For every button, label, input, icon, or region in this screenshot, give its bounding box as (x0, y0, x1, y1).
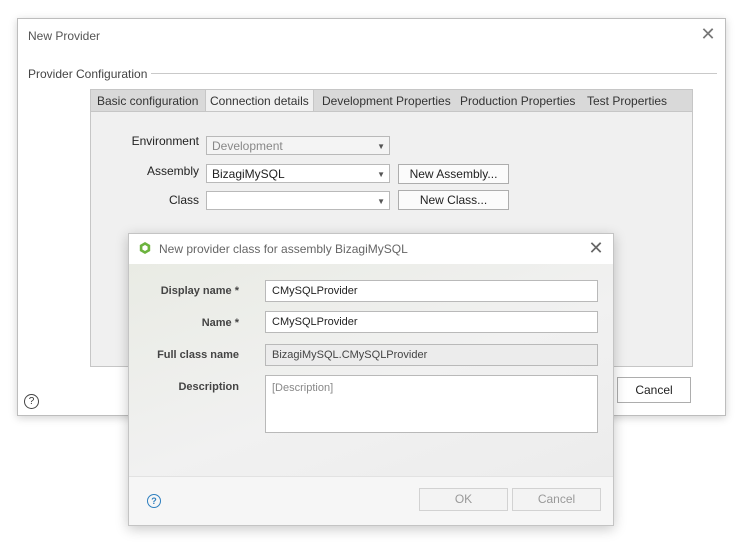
dialog-title: New provider class for assembly BizagiMy… (159, 242, 408, 256)
cancel-button[interactable]: Cancel (617, 377, 691, 403)
class-label: Class (168, 193, 199, 207)
assembly-select[interactable]: BizagiMySQL ▼ (206, 164, 390, 183)
tab-strip: Basic configuration Connection details D… (90, 89, 693, 113)
group-label: Provider Configuration (28, 67, 152, 81)
tab-development-properties[interactable]: Development Properties (318, 90, 455, 112)
full-class-name-field: BizagiMySQL.CMySQLProvider (265, 344, 598, 366)
tab-basic-configuration[interactable]: Basic configuration (93, 90, 202, 112)
new-class-button[interactable]: New Class... (398, 190, 509, 210)
chevron-down-icon[interactable]: ▼ (377, 192, 385, 211)
dialog-header: New provider class for assembly BizagiMy… (129, 234, 613, 264)
description-field[interactable]: [Description] (265, 375, 598, 433)
close-icon[interactable]: ✕ (699, 25, 717, 43)
ok-button[interactable]: OK (419, 488, 508, 511)
help-icon[interactable]: ? (24, 394, 39, 409)
dialog-title: New Provider (28, 29, 101, 43)
group-divider (146, 73, 717, 74)
new-assembly-button[interactable]: New Assembly... (398, 164, 509, 184)
bizagi-logo-icon (139, 242, 151, 254)
name-field[interactable]: CMySQLProvider (265, 311, 598, 333)
assembly-label: Assembly (146, 164, 199, 178)
dialog-footer: ? OK Cancel (129, 476, 613, 525)
cancel-button[interactable]: Cancel (512, 488, 601, 511)
assembly-value: BizagiMySQL (212, 167, 285, 181)
environment-label: Environment (131, 134, 199, 148)
tab-test-properties[interactable]: Test Properties (583, 90, 671, 112)
name-label: Name * (201, 317, 239, 329)
new-provider-class-dialog: New provider class for assembly BizagiMy… (128, 233, 614, 526)
tab-connection-details[interactable]: Connection details (205, 90, 314, 113)
environment-select: Development ▼ (206, 136, 390, 155)
description-label: Description (178, 381, 239, 393)
dialog-body: Display name * CMySQLProvider Name * CMy… (129, 264, 613, 476)
environment-value: Development (212, 139, 283, 153)
tab-production-properties[interactable]: Production Properties (456, 90, 579, 112)
display-name-field[interactable]: CMySQLProvider (265, 280, 598, 302)
display-name-label: Display name * (160, 285, 239, 297)
full-class-name-label: Full class name (157, 349, 239, 361)
class-select[interactable]: ▼ (206, 191, 390, 210)
close-icon[interactable]: ✕ (587, 239, 605, 257)
chevron-down-icon[interactable]: ▼ (377, 165, 385, 184)
help-icon[interactable]: ? (147, 494, 161, 508)
chevron-down-icon: ▼ (377, 142, 385, 151)
